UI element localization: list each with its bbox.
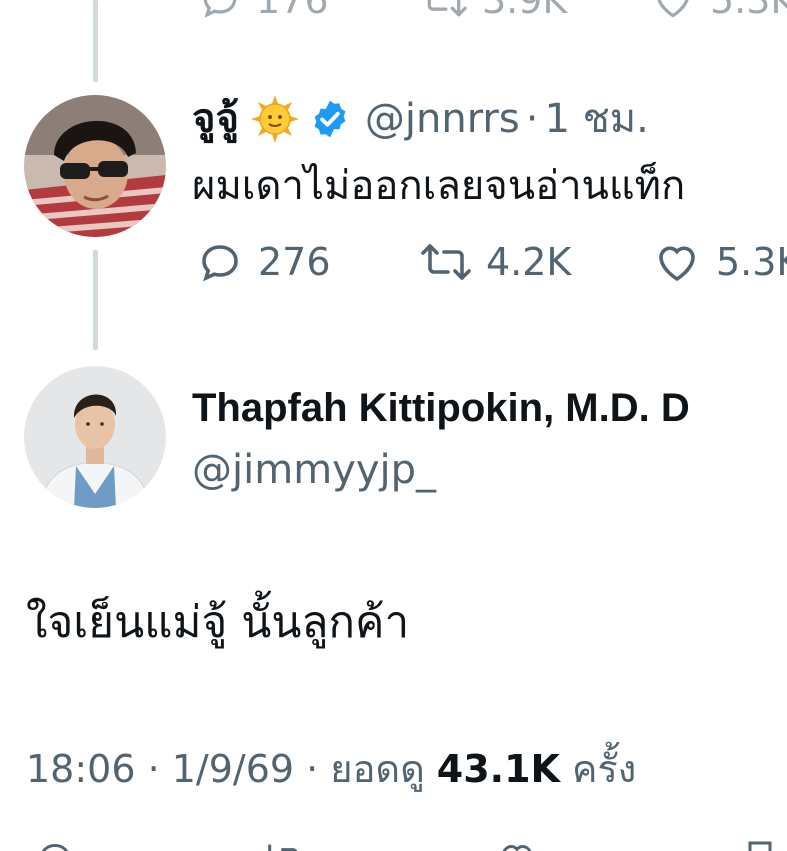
top-retweet-action[interactable]: 3.9K — [420, 0, 567, 22]
reply-reply-count: 276 — [258, 240, 331, 284]
retweet-icon — [427, 0, 467, 17]
main-tweet-text: ใจเย็นแม่จู้ นั้นลูกค้า — [26, 597, 410, 648]
reply-handle[interactable]: @jnnrrs — [365, 93, 520, 145]
top-like-count: 5.3K — [710, 0, 787, 22]
bookmark-icon[interactable] — [740, 838, 780, 851]
heart-icon[interactable] — [492, 838, 542, 851]
reply-reply-action[interactable]: 276 — [196, 238, 331, 286]
main-handle[interactable]: @jimmyyjp_ — [192, 444, 436, 496]
retweet-icon — [421, 244, 471, 280]
top-reply-action[interactable]: 176 — [198, 0, 329, 22]
heart-icon — [659, 246, 695, 282]
reply-icon[interactable] — [30, 838, 80, 851]
reply-like-action[interactable]: 5.3K — [652, 238, 787, 286]
reply-avatar[interactable] — [24, 95, 166, 237]
reply-display-name[interactable]: จูจู้ — [192, 93, 239, 145]
main-views-suffix: ครั้ง — [571, 747, 637, 791]
main-display-name[interactable]: Thapfah Kittipokin, M.D. D — [192, 380, 690, 436]
reply-header: จูจู้ @jnnrrs · 1 ชม. — [192, 93, 649, 145]
retweet-icon[interactable] — [258, 838, 308, 851]
reply-icon — [202, 245, 238, 282]
top-like-action[interactable]: 5.3K — [650, 0, 787, 22]
reply-retweet-count: 4.2K — [486, 240, 572, 284]
top-reply-count: 176 — [256, 0, 329, 22]
avatar-image — [24, 95, 166, 237]
main-meta: 18:06 · 1/9/69 · ยอดดู 43.1K ครั้ง — [26, 743, 636, 795]
thread-line-reply — [93, 250, 98, 350]
reply-text: ผมเดาไม่ออกเลยจนอ่านแท็ก — [192, 163, 686, 209]
reply-like-count: 5.3K — [716, 240, 787, 284]
reply-time[interactable]: 1 ชม. — [544, 93, 648, 145]
main-avatar[interactable] — [24, 366, 166, 508]
reply-icon — [203, 0, 237, 18]
main-views-count: 43.1K — [436, 747, 560, 791]
reply-retweet-action[interactable]: 4.2K — [420, 238, 571, 286]
bottom-actions-partial — [0, 838, 787, 851]
reply-separator: · — [525, 96, 539, 142]
top-retweet-count: 3.9K — [482, 0, 568, 22]
heart-icon — [657, 0, 689, 18]
avatar-image — [24, 366, 166, 508]
thread-line-top — [93, 0, 98, 82]
sun-emoji — [250, 95, 299, 143]
verified-badge-icon — [309, 98, 351, 140]
main-timestamp[interactable]: 18:06 · 1/9/69 · ยอดดู — [26, 743, 425, 795]
